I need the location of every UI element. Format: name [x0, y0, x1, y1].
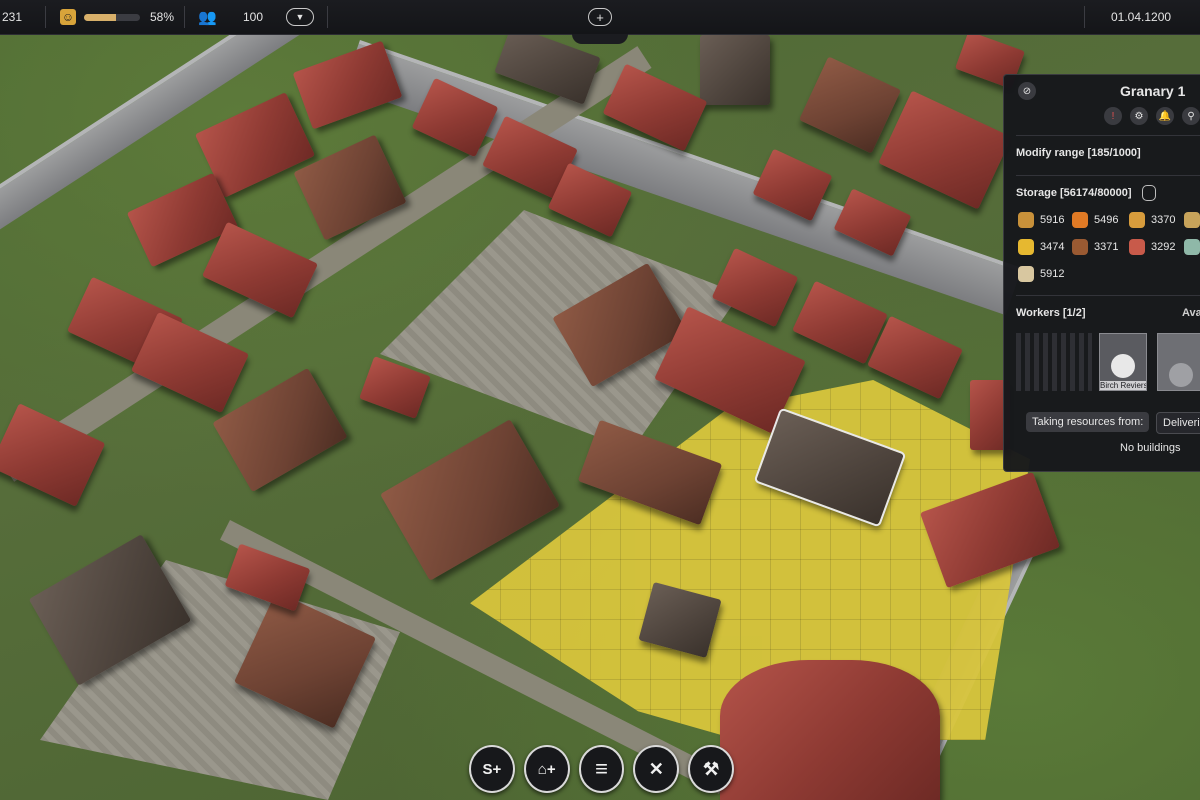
taking-from-text: Taking resources from:	[1032, 416, 1144, 428]
panel-title: Granary 1	[1120, 83, 1186, 99]
honey-icon	[1129, 212, 1145, 228]
worker-slot-bars	[1016, 333, 1092, 391]
worker-avatar-icon	[1169, 363, 1193, 387]
modify-range-label[interactable]: Modify range [185/1000]	[1016, 147, 1141, 159]
mask-icon[interactable]: ☺	[60, 9, 76, 25]
tower	[700, 35, 770, 105]
no-buildings-text: No buildings	[1120, 442, 1181, 454]
worker-portrait[interactable]: Birch Reviers	[1099, 333, 1147, 391]
resource-cheese[interactable]: 3474	[1018, 239, 1064, 255]
documents-icon: ≡	[595, 756, 608, 781]
military-icon: ✕	[648, 758, 664, 779]
resource-value: 5916	[1040, 214, 1065, 226]
delivering-text: Deliverin	[1163, 417, 1200, 429]
divider	[1016, 295, 1200, 296]
resource-honey[interactable]: 3370	[1129, 212, 1175, 228]
top-bar: 231 ☺ 58% 👥 100 ▼ + 01.04.1200	[0, 0, 1200, 35]
location-pin-icon[interactable]: ⚲	[1182, 107, 1200, 125]
resource-value: 5496	[1094, 214, 1119, 226]
happiness-percent: 58%	[150, 10, 175, 24]
available-worker-portrait[interactable]	[1157, 333, 1200, 391]
resource-carrot[interactable]: 5496	[1072, 212, 1118, 228]
happiness-bar-fill	[84, 13, 117, 21]
workers-label: Workers [1/2]	[1016, 307, 1086, 319]
jug-icon	[1184, 239, 1200, 255]
build-house-icon: ⌂+	[537, 760, 556, 778]
bottom-toolbar: S+ ⌂+ ≡ ✕ ⚒	[469, 745, 734, 795]
house	[292, 40, 403, 130]
military-button[interactable]: ✕	[633, 745, 680, 793]
divider	[1084, 6, 1085, 28]
available-label: Ava	[1182, 307, 1200, 319]
happiness-bar	[84, 13, 140, 21]
expand-button[interactable]: +	[588, 8, 612, 26]
cheese-icon	[1018, 239, 1034, 255]
worker-count: 100	[243, 10, 264, 24]
resource-smoked-meat[interactable]: 3371	[1072, 239, 1118, 255]
ornament-icon	[572, 34, 628, 44]
taking-from-label: Taking resources from:	[1026, 412, 1150, 432]
build-production-button[interactable]: S+	[469, 745, 515, 793]
compass-icon[interactable]: ⊘	[1018, 82, 1036, 100]
build-production-icon: S+	[482, 760, 502, 778]
demolish-button[interactable]: ⚒	[688, 745, 734, 793]
chevron-down-icon: ▼	[295, 12, 305, 22]
divider	[1016, 175, 1200, 176]
resource-meat[interactable]: 3292	[1129, 239, 1175, 255]
bell-icon[interactable]: 🔔	[1156, 107, 1174, 125]
worker-avatar-icon	[1111, 354, 1135, 378]
divider	[327, 6, 328, 28]
gear-icon[interactable]: ⚙	[1130, 107, 1148, 125]
carrot-icon	[1072, 212, 1088, 228]
divider	[184, 6, 185, 28]
resource-bread[interactable]: 5916	[1018, 212, 1064, 228]
smoked-meat-icon	[1072, 239, 1088, 255]
house	[798, 56, 902, 154]
storage-barrel-icon	[1142, 185, 1156, 201]
documents-button[interactable]: ≡	[578, 745, 625, 793]
resource-value: 3292	[1151, 241, 1176, 253]
storage-label: Storage [56174/80000]	[1016, 187, 1132, 199]
stats-dropdown-button[interactable]: ▼	[286, 8, 314, 26]
resource-value: 3370	[1151, 214, 1176, 226]
resource-more[interactable]	[1184, 239, 1200, 255]
plus-icon: +	[596, 9, 604, 25]
building-info-panel: ⊘ Granary 1 ! ⚙ 🔔 ⚲ Modify range [185/10…	[1003, 74, 1200, 472]
game-date: 01.04.1200	[1111, 10, 1172, 24]
build-house-button[interactable]: ⌂+	[523, 745, 570, 793]
resource-value: 3474	[1040, 241, 1065, 253]
delivering-tab[interactable]: Deliverin	[1156, 412, 1200, 434]
tower	[720, 660, 940, 800]
resource-flour[interactable]: 5912	[1018, 266, 1064, 282]
resource-more[interactable]	[1184, 212, 1200, 228]
bread-icon	[1018, 212, 1034, 228]
flour-sack-icon	[1018, 266, 1034, 282]
divider	[45, 6, 46, 28]
worker-name: Birch Reviers	[1100, 381, 1146, 390]
demolish-hammer-icon: ⚒	[703, 758, 720, 779]
people-icon[interactable]: 👥	[198, 8, 217, 26]
resource-value: 5912	[1040, 268, 1065, 280]
house	[878, 90, 1012, 210]
meat-icon	[1129, 239, 1145, 255]
divider	[1016, 135, 1200, 136]
resource-value: 3371	[1094, 241, 1119, 253]
population-count: 231	[2, 10, 23, 24]
alert-icon[interactable]: !	[1104, 107, 1122, 125]
food-icon	[1184, 212, 1200, 228]
